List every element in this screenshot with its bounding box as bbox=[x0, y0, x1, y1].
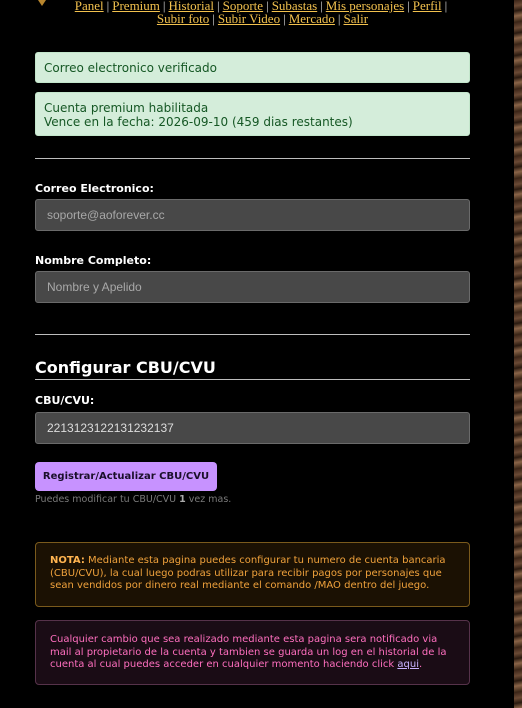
email-label: Correo Electronico: bbox=[35, 182, 154, 195]
nav-separator: | bbox=[444, 0, 448, 13]
register-cbu-button[interactable]: Registrar/Actualizar CBU/CVU bbox=[35, 462, 217, 491]
cbu-hint-suffix: vez mas. bbox=[185, 494, 232, 505]
cbu-hint: Puedes modificar tu CBU/CVU 1 vez mas. bbox=[35, 494, 231, 505]
cbu-section-title: Configurar CBU/CVU bbox=[35, 358, 216, 377]
section-title-underline bbox=[35, 379, 470, 380]
premium-status-text: Cuenta premium habilitada bbox=[44, 101, 209, 115]
nav-separator: | bbox=[106, 0, 110, 13]
history-link[interactable]: aqui bbox=[397, 659, 419, 670]
premium-status-alert: Cuenta premium habilitada Vence en la fe… bbox=[35, 92, 470, 136]
cbu-field[interactable] bbox=[35, 412, 470, 444]
nav-link-perfil[interactable]: Perfil bbox=[413, 0, 442, 13]
full-name-label: Nombre Completo: bbox=[35, 254, 152, 267]
nav-separator: | bbox=[337, 11, 341, 26]
nav-link-premium[interactable]: Premium bbox=[112, 0, 160, 13]
nav-separator: | bbox=[407, 0, 410, 13]
nav-link-mercado[interactable]: Mercado bbox=[289, 11, 335, 26]
warning-end: . bbox=[418, 659, 423, 670]
top-navigation: Panel | Premium | Historial | Soporte | Subastas… bbox=[40, 0, 485, 25]
nav-row-2: Subir foto | Subir Video | Mercado | Salir bbox=[40, 12, 485, 25]
main-content: Correo electronico verificado Cuenta pre… bbox=[35, 52, 470, 685]
nav-link-salir[interactable]: Salir bbox=[344, 11, 369, 26]
rock-border-decoration bbox=[514, 0, 522, 708]
warning-box: Cualquier cambio que sea realizado media… bbox=[35, 620, 470, 685]
note-label: NOTA: bbox=[50, 555, 85, 566]
full-name-field[interactable] bbox=[35, 271, 470, 303]
divider bbox=[35, 334, 470, 335]
nav-separator: | bbox=[212, 11, 215, 26]
nav-link-panel[interactable]: Panel bbox=[75, 0, 104, 13]
email-verified-text: Correo electronico verificado bbox=[44, 61, 217, 75]
warning-text: Cualquier cambio que sea realizado media… bbox=[50, 634, 447, 670]
nav-separator: | bbox=[283, 11, 286, 26]
note-box: NOTA: Mediante esta pagina puedes config… bbox=[35, 542, 470, 607]
cbu-label: CBU/CVU: bbox=[35, 394, 95, 407]
note-text: Mediante esta pagina puedes configurar t… bbox=[50, 555, 446, 591]
cbu-remaining-count: 1 bbox=[179, 494, 186, 505]
nav-link-subir-foto[interactable]: Subir foto bbox=[157, 11, 209, 26]
email-verified-alert: Correo electronico verificado bbox=[35, 52, 470, 83]
nav-link-subir-video[interactable]: Subir Video bbox=[218, 11, 280, 26]
email-field[interactable] bbox=[35, 199, 470, 231]
premium-expiry-text: Vence en la fecha: 2026-09-10 (459 dias … bbox=[44, 115, 353, 129]
cbu-hint-prefix: Puedes modificar tu CBU/CVU bbox=[35, 494, 180, 505]
divider bbox=[35, 158, 470, 159]
